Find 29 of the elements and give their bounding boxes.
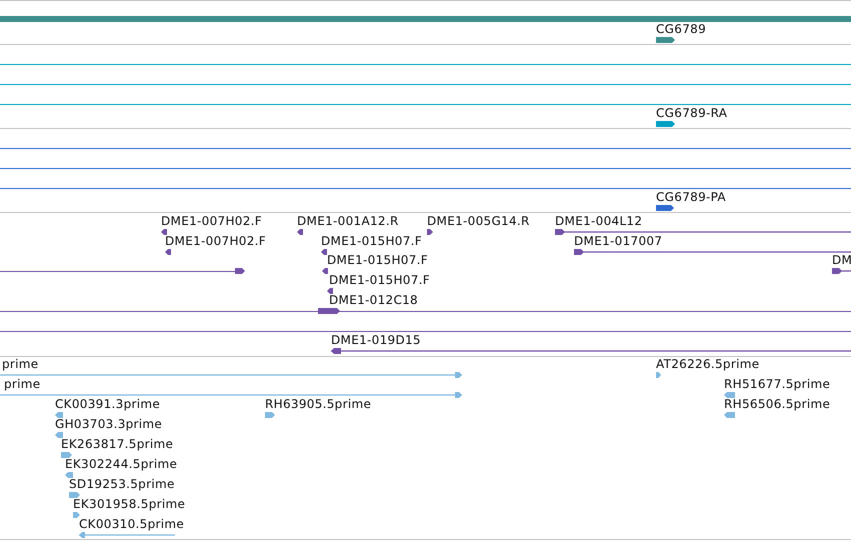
feature-label: prime <box>2 357 38 371</box>
feature-label: SD19253.5prime <box>69 477 175 491</box>
feature-label: RH63905.5prime <box>265 397 372 411</box>
feature-label: EK263817.5prime <box>61 437 174 451</box>
feature-label: RH51677.5prime <box>724 377 830 391</box>
feature-label: DME1-007H02.F <box>165 234 266 248</box>
feature-label: DME1-005G14.R <box>427 214 530 228</box>
feature-label: DME1-007H02.F <box>161 214 262 228</box>
feature-label: EK302244.5prime <box>65 457 178 471</box>
feature-label: CK00391.3prime <box>55 397 160 411</box>
feature-label: GH03703.3prime <box>55 417 162 431</box>
feature-label: DME1-019D15 <box>331 333 421 347</box>
feature-label: CG6789-RA <box>656 106 728 120</box>
feature-label: CK00310.5prime <box>79 517 184 531</box>
feature-label: DME1-004L12 <box>555 214 642 228</box>
feature-label: DME1-015H07.F <box>321 234 422 248</box>
feature-label: AT26226.5prime <box>656 357 760 371</box>
feature-label: DME1-015H07.F <box>327 253 428 267</box>
feature-label: RH56506.5prime <box>724 397 830 411</box>
feature-label: DME1-012C18 <box>329 293 418 307</box>
feature-label: CG6789 <box>656 22 706 36</box>
feature-glyph <box>235 267 245 275</box>
feature-label: DME1-017007 <box>574 234 662 248</box>
feature-label: prime <box>4 377 40 391</box>
feature-label: CG6789-PA <box>656 190 726 204</box>
feature-label: EK301958.5prime <box>73 497 186 511</box>
feature-label: DME1-001A12.R <box>297 214 399 228</box>
feature-label: DME1-015H07.F <box>329 273 430 287</box>
feature-label: DM <box>832 253 851 267</box>
